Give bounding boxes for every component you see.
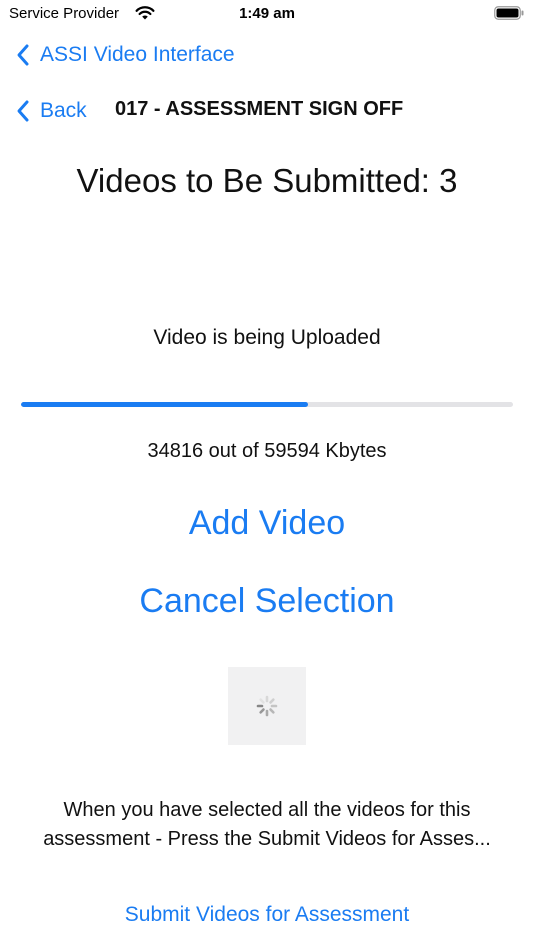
back-to-assi-label: ASSI Video Interface	[40, 43, 235, 66]
upload-progress-fill	[21, 402, 309, 407]
add-video-button[interactable]: Add Video	[0, 504, 534, 543]
status-time: 1:49 am	[239, 5, 295, 22]
instructions-line-2: assessment - Press the Submit Videos for…	[43, 828, 491, 850]
activity-spinner-icon	[256, 695, 278, 717]
kbytes-progress-text: 34816 out of 59594 Kbytes	[147, 440, 387, 462]
cancel-selection-button[interactable]: Cancel Selection	[0, 582, 534, 621]
loading-indicator	[228, 667, 306, 745]
back-to-assi-button[interactable]: ASSI Video Interface	[16, 41, 235, 69]
battery-icon	[494, 6, 524, 20]
submit-instructions: When you have selected all the videos fo…	[10, 796, 524, 854]
page-title: 017 - ASSESSMENT SIGN OFF	[115, 98, 404, 120]
instructions-line-1: When you have selected all the videos fo…	[63, 799, 471, 821]
videos-count-heading: Videos to Be Submitted: 3	[76, 162, 458, 199]
submit-videos-button[interactable]: Submit Videos for Assessment	[0, 903, 534, 927]
chevron-left-icon	[17, 44, 29, 66]
upload-status-text: Video is being Uploaded	[153, 326, 381, 349]
back-button[interactable]: Back	[16, 97, 87, 125]
chevron-left-icon	[17, 100, 29, 122]
upload-progress-bar	[21, 402, 513, 407]
back-label: Back	[40, 99, 87, 122]
